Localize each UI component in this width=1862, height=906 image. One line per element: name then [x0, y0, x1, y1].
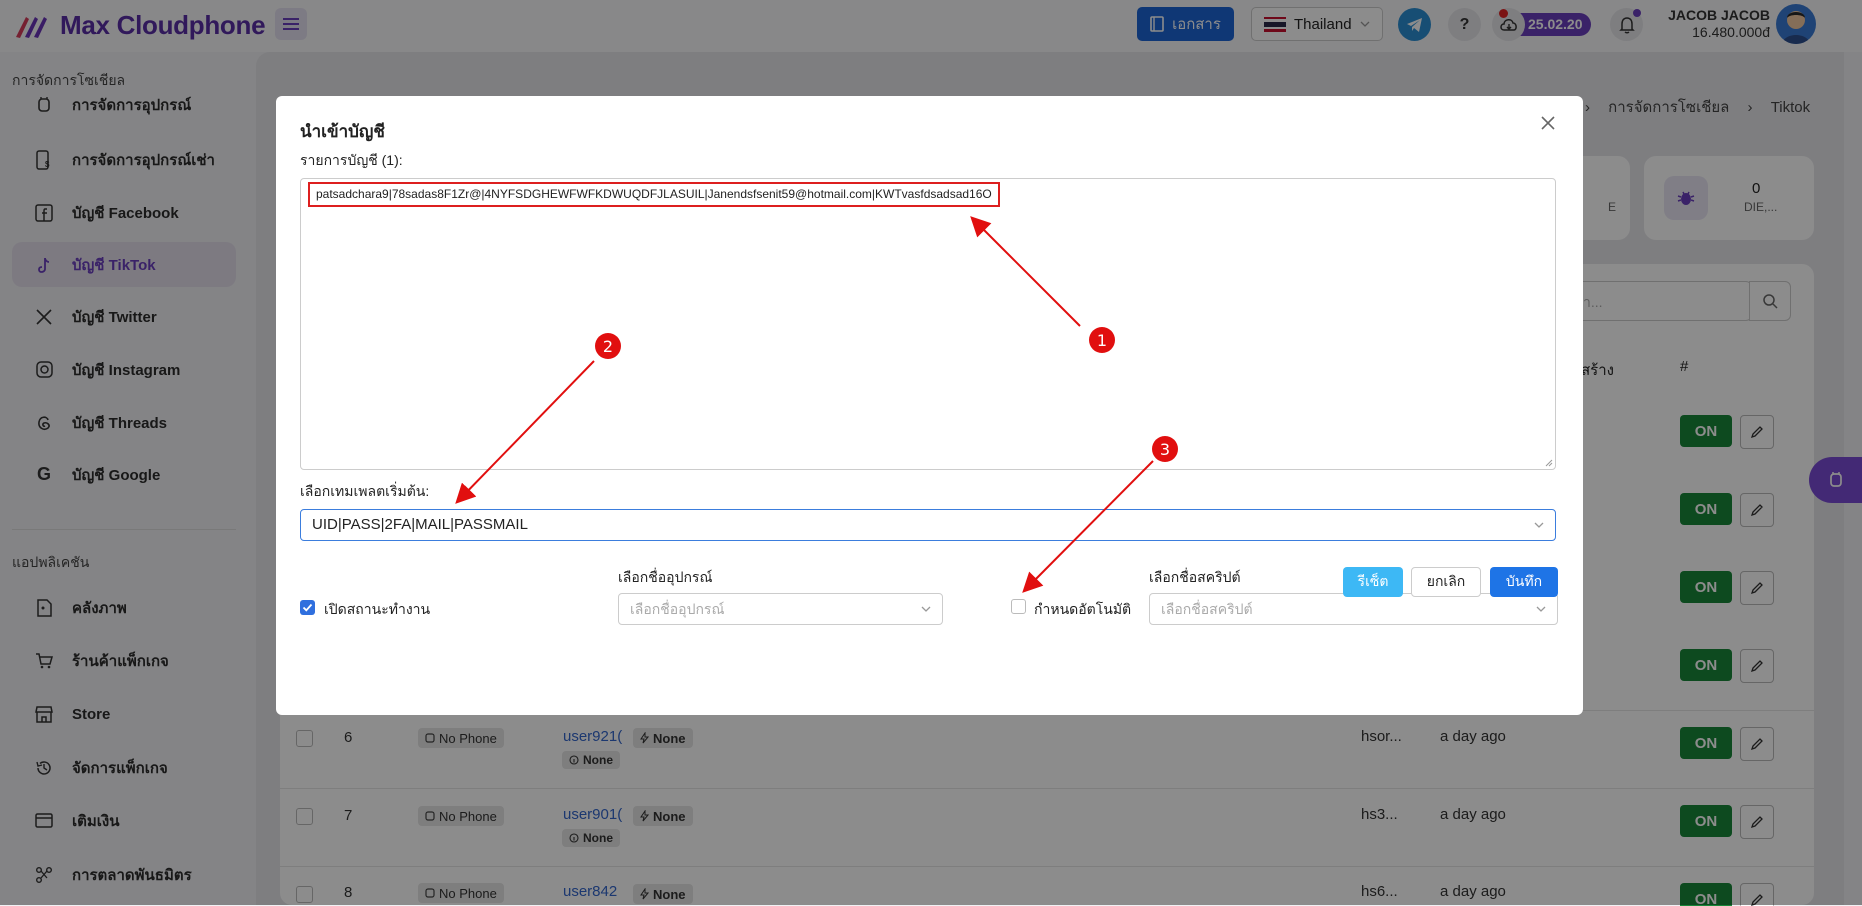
script-placeholder: เลือกชื่อสคริปต์ [1161, 601, 1253, 617]
save-button[interactable]: บันทึก [1490, 567, 1558, 597]
auto-assign-label: กำหนดอัตโนมัติ [1034, 601, 1132, 617]
template-value: UID|PASS|2FA|MAIL|PASSMAIL [312, 516, 528, 533]
chevron-down-icon [1536, 606, 1546, 612]
resize-handle-icon[interactable] [1543, 457, 1553, 467]
reset-button[interactable]: รีเซ็ต [1343, 567, 1403, 597]
script-select[interactable]: เลือกชื่อสคริปต์ [1149, 593, 1558, 625]
account-list-textarea[interactable]: patsadchara9|78sadas8F1Zr@|4NYFSDGHEWFWF… [300, 178, 1556, 470]
dialog-title: นำเข้าบัญชี [300, 122, 385, 141]
open-status-checkbox[interactable] [300, 600, 315, 615]
template-select[interactable]: UID|PASS|2FA|MAIL|PASSMAIL [300, 509, 1556, 541]
device-placeholder: เลือกชื่ออุปกรณ์ [630, 601, 725, 617]
annotation-marker-1: 1 [1089, 327, 1115, 353]
open-status-label: เปิดสถานะทำงาน [324, 601, 431, 617]
device-select-label: เลือกชื่ออุปกรณ์ [618, 569, 713, 585]
account-list-label: รายการบัญชี (1): [300, 152, 403, 168]
auto-assign-checkbox[interactable] [1011, 599, 1026, 614]
template-label: เลือกเทมเพลตเริ่มต้น: [300, 483, 430, 499]
annotation-marker-2: 2 [595, 333, 621, 359]
cancel-button[interactable]: ยกเลิก [1411, 567, 1481, 597]
chevron-down-icon [1534, 522, 1544, 528]
device-select[interactable]: เลือกชื่ออุปกรณ์ [618, 593, 943, 625]
close-icon[interactable] [1534, 109, 1562, 137]
chevron-down-icon [921, 606, 931, 612]
annotation-marker-3: 3 [1152, 436, 1178, 462]
account-entry-highlight: patsadchara9|78sadas8F1Zr@|4NYFSDGHEWFWF… [308, 182, 1000, 207]
import-accounts-dialog: นำเข้าบัญชี รายการบัญชี (1): patsadchara… [276, 96, 1583, 715]
script-select-label: เลือกชื่อสคริปต์ [1149, 569, 1241, 585]
